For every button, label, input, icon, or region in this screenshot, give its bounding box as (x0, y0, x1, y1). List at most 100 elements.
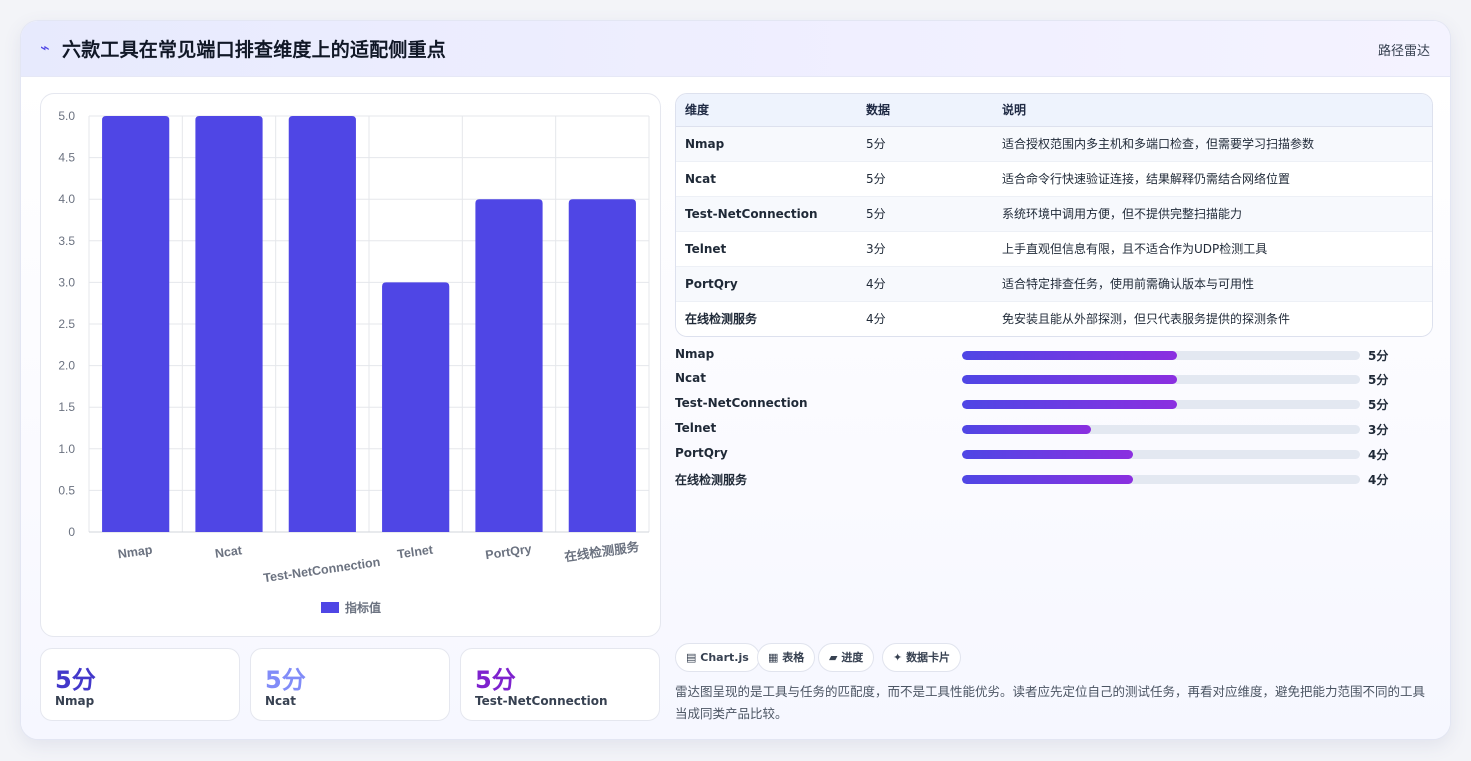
progress-track (962, 475, 1360, 484)
stat-value: 5分 (475, 666, 516, 694)
cell-score: 5分 (857, 125, 993, 161)
progress-label: Telnet (675, 421, 717, 435)
progress-score: 5分 (1368, 373, 1389, 387)
stat-label: Ncat (265, 694, 296, 708)
page-title: 六款工具在常见端口排查维度上的适配侧重点 (62, 39, 447, 61)
x-tick-label: Test-NetConnection (262, 555, 381, 585)
cell-desc: 适合命令行快速验证连接，结果解释仍需结合网络位置 (993, 160, 1432, 196)
chip-label: Chart.js (700, 651, 749, 664)
x-tick-label: 在线检测服务 (564, 539, 641, 564)
progress-row: Nmap 5分 (675, 345, 1395, 365)
bar (568, 199, 636, 532)
progress-fill (962, 375, 1177, 384)
progress-score: 4分 (1368, 448, 1389, 462)
header-description: 说明 (993, 94, 1432, 127)
progress-label: Ncat (675, 371, 706, 385)
bar-chart: 5.0 4.5 4.0 3.5 3.0 2.5 2.0 1.5 1.0 0.5 0 Nmap Ncat T… (40, 93, 661, 637)
y-tick-label: 3.0 (58, 275, 75, 289)
spark-icon: ⌁ (40, 38, 50, 57)
x-tick-label: Nmap (117, 543, 154, 562)
chip-table[interactable]: ▦ 表格 (757, 643, 816, 672)
y-tick-label: 4.0 (58, 192, 75, 206)
chip-label: 数据卡片 (906, 651, 951, 664)
table-icon: ▦ (768, 651, 779, 664)
progress-fill (962, 475, 1134, 484)
cell-tool: Nmap (676, 125, 857, 161)
legend-label: 指标值 (345, 600, 381, 615)
progress-label: 在线检测服务 (675, 473, 748, 487)
progress-fill (962, 400, 1177, 409)
stat-value: 5分 (265, 666, 306, 694)
cell-desc: 适合特定排查任务，使用前需确认版本与可用性 (993, 265, 1432, 301)
cell-score: 4分 (857, 300, 993, 336)
progress-track (962, 375, 1360, 384)
y-tick-label: 2.5 (58, 317, 75, 331)
chip-chartjs[interactable]: ▤ Chart.js (675, 643, 760, 672)
progress-fill (962, 351, 1177, 360)
progress-row: Ncat 5分 (675, 369, 1395, 389)
x-tick-label: Telnet (396, 542, 434, 561)
cell-score: 5分 (857, 160, 993, 196)
sparkle-icon: ✦ (893, 651, 903, 664)
y-tick-label: 1.5 (58, 400, 75, 414)
card-header: ⌁ 六款工具在常见端口排查维度上的适配侧重点 路径雷达 (21, 21, 1450, 77)
stat-value: 5分 (55, 666, 96, 694)
progress-fill (962, 425, 1092, 434)
y-tick-label: 4.5 (58, 151, 75, 165)
cell-tool: Telnet (676, 230, 857, 266)
cell-score: 4分 (857, 265, 993, 301)
progress-row: Test-NetConnection 5分 (675, 394, 1395, 414)
progress-score: 4分 (1368, 473, 1389, 487)
progress-row: Telnet 3分 (675, 419, 1395, 439)
bar (382, 282, 450, 532)
cell-desc: 上手直观但信息有限，且不适合作为UDP检测工具 (993, 230, 1432, 266)
stat-card-test-netconnection: 5分 Test-NetConnection (460, 648, 660, 721)
table-row: Test-NetConnection 5分 系统环境中调用方便，但不提供完整扫描… (676, 195, 1432, 231)
bar (288, 116, 356, 532)
cell-tool: 在线检测服务 (676, 300, 857, 336)
chart-icon: ▤ (686, 651, 697, 664)
y-tick-label: 0.5 (58, 483, 75, 497)
stat-card-nmap: 5分 Nmap (40, 648, 240, 721)
x-tick-label: Ncat (214, 543, 244, 561)
progress-row: 在线检测服务 4分 (675, 469, 1395, 489)
progress-score: 5分 (1368, 398, 1389, 412)
legend-swatch (321, 602, 339, 613)
x-tick-label: PortQry (484, 542, 532, 562)
chip-data-cards[interactable]: ✦ 数据卡片 (882, 643, 962, 672)
path-radar-link[interactable]: 路径雷达 (1378, 40, 1430, 59)
progress-fill (962, 450, 1134, 459)
cell-tool: Test-NetConnection (676, 195, 857, 231)
stat-card-ncat: 5分 Ncat (250, 648, 450, 721)
cell-tool: Ncat (676, 160, 857, 196)
progress-label: Test-NetConnection (675, 396, 808, 410)
header-data: 数据 (857, 94, 993, 127)
table-row: Telnet 3分 上手直观但信息有限，且不适合作为UDP检测工具 (676, 230, 1432, 266)
progress-icon: ▰ (829, 651, 838, 664)
progress-score: 5分 (1368, 349, 1389, 363)
cell-score: 3分 (857, 230, 993, 266)
chip-label: 表格 (782, 651, 805, 664)
cell-desc: 适合授权范围内多主机和多端口检查，但需要学习扫描参数 (993, 125, 1432, 161)
progress-track (962, 351, 1360, 360)
y-tick-label: 2.0 (58, 359, 75, 373)
header-dimension: 维度 (676, 94, 857, 127)
bar (475, 199, 543, 532)
progress-track (962, 450, 1360, 459)
bar (102, 116, 170, 532)
table-row: Ncat 5分 适合命令行快速验证连接，结果解释仍需结合网络位置 (676, 160, 1432, 196)
progress-label: Nmap (675, 347, 715, 361)
report-card: ⌁ 六款工具在常见端口排查维度上的适配侧重点 路径雷达 5.0 4.5 4.0 3.5… (20, 20, 1451, 740)
table-row: 在线检测服务 4分 免安装且能从外部探测，但只代表服务提供的探测条件 (676, 300, 1432, 336)
chip-label: 进度 (841, 651, 864, 664)
progress-score: 3分 (1368, 423, 1389, 437)
progress-row: PortQry 4分 (675, 444, 1395, 464)
progress-track (962, 425, 1360, 434)
progress-label: PortQry (675, 446, 728, 460)
y-tick-label: 0 (68, 525, 75, 539)
bar-chart-svg: 5.0 4.5 4.0 3.5 3.0 2.5 2.0 1.5 1.0 0.5 0 Nmap Ncat T… (58, 109, 650, 615)
y-tick-label: 5.0 (58, 109, 75, 123)
chip-progress[interactable]: ▰ 进度 (818, 643, 875, 672)
table-row: Nmap 5分 适合授权范围内多主机和多端口检查，但需要学习扫描参数 (676, 125, 1432, 161)
stat-label: Test-NetConnection (475, 694, 608, 708)
